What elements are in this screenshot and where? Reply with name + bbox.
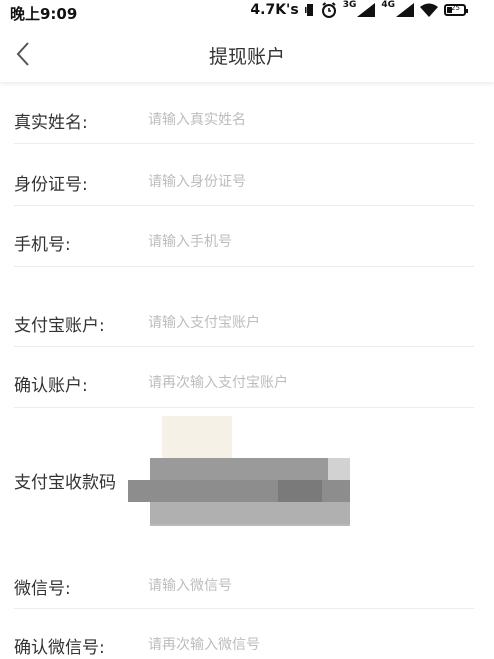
real-name-input[interactable]: [148, 106, 468, 134]
id-number-label: 身份证号:: [14, 175, 88, 195]
battery-level: 25: [451, 4, 460, 12]
vibrate-icon: [304, 4, 313, 16]
alipay-qr-image[interactable]: [128, 416, 350, 526]
network-3g-label: 3G: [342, 0, 357, 10]
confirm-wechat-row: 确认微信号:: [14, 609, 474, 659]
wechat-id-row: 微信号:: [14, 546, 474, 609]
phone-input[interactable]: [148, 228, 468, 256]
real-name-row: 真实姓名:: [14, 82, 474, 144]
confirm-wechat-input[interactable]: [148, 631, 468, 659]
alipay-account-row: 支付宝账户:: [14, 267, 474, 347]
wechat-id-input[interactable]: [148, 572, 468, 600]
network-4g-label: 4G: [381, 0, 395, 10]
phone-row: 手机号:: [14, 206, 474, 267]
wechat-id-label: 微信号:: [14, 579, 71, 599]
alipay-account-input[interactable]: [148, 309, 468, 337]
confirm-account-label: 确认账户:: [14, 376, 88, 396]
signal-icon: [396, 3, 414, 17]
wifi-icon: [420, 3, 438, 17]
network-speed: 4.7K's: [250, 2, 299, 18]
id-number-input[interactable]: [148, 168, 468, 196]
real-name-label: 真实姓名:: [14, 113, 88, 133]
status-time: 晚上9:09: [10, 5, 78, 23]
confirm-wechat-label: 确认微信号:: [14, 638, 105, 658]
battery-icon: 25: [444, 4, 468, 16]
id-number-row: 身份证号:: [14, 144, 474, 206]
phone-label: 手机号:: [14, 235, 71, 255]
alarm-icon: [321, 2, 336, 18]
alipay-qr-label: 支付宝收款码: [14, 473, 116, 493]
confirm-account-input[interactable]: [148, 369, 468, 397]
signal-icon: [357, 3, 376, 17]
confirm-account-row: 确认账户:: [14, 347, 474, 408]
status-icons: 4.7K's 3G 4G 25: [250, 0, 468, 18]
page-title: 提现账户: [208, 46, 285, 68]
nav-bar: 提现账户: [0, 26, 494, 82]
status-bar: 晚上9:09 4.7K's 3G 4G 25: [0, 0, 494, 26]
alipay-account-label: 支付宝账户:: [14, 316, 105, 336]
